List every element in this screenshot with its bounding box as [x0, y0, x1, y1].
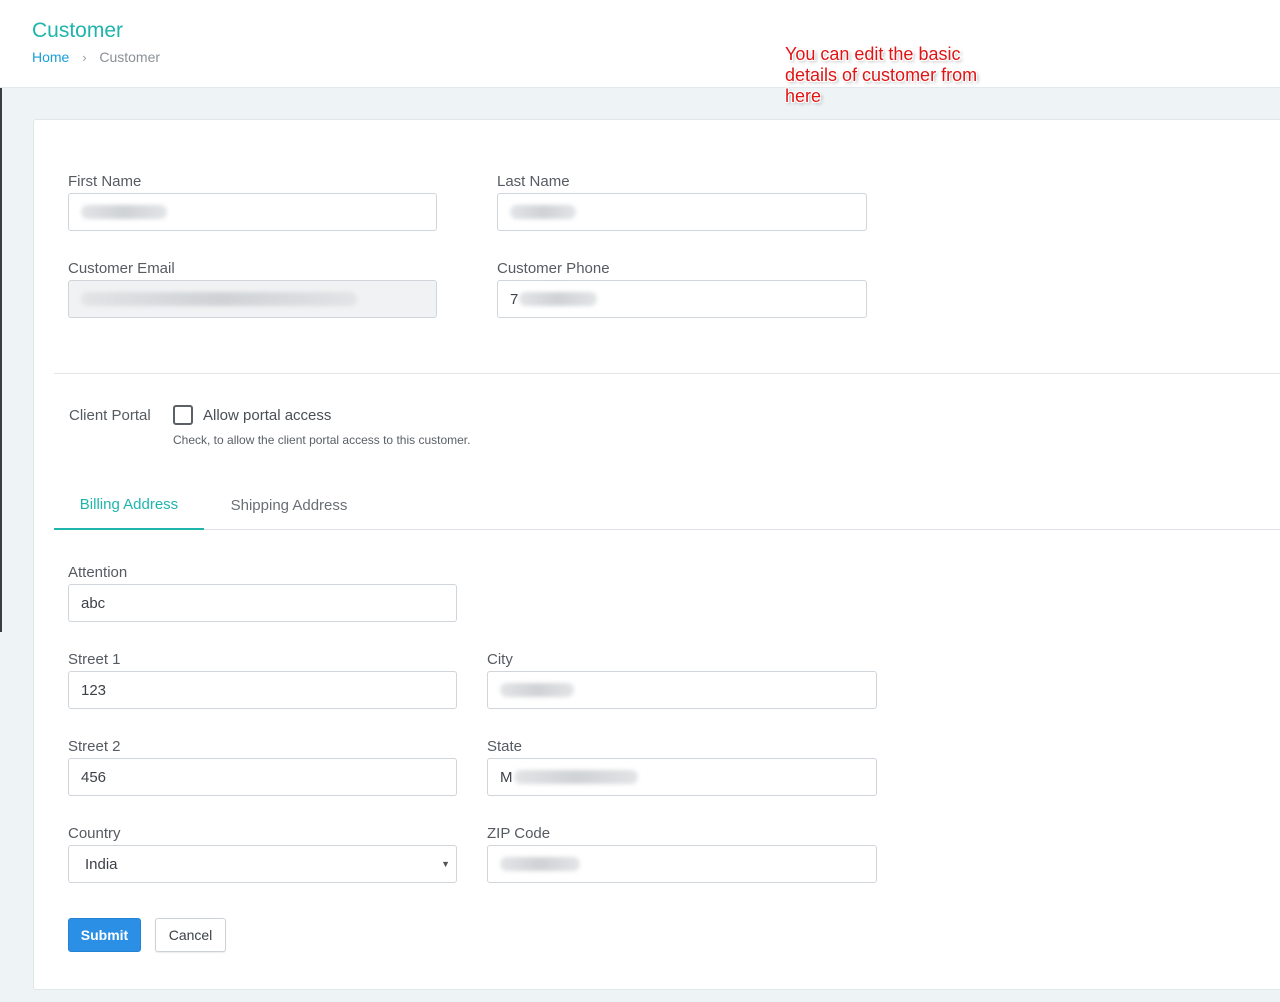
customer-email-input — [68, 280, 437, 318]
state-visible-letter: M — [500, 768, 513, 786]
redacted-value — [500, 683, 574, 697]
country-label: Country — [68, 825, 121, 842]
address-tabs: Billing Address Shipping Address — [54, 480, 1280, 530]
first-name-input[interactable] — [68, 193, 437, 231]
phone-visible-digit: 7 — [510, 290, 519, 308]
tab-billing-address[interactable]: Billing Address — [54, 480, 204, 530]
tab-shipping-address[interactable]: Shipping Address — [214, 480, 364, 530]
breadcrumb-home-link[interactable]: Home — [32, 49, 69, 65]
redacted-value — [500, 857, 580, 871]
submit-button[interactable]: Submit — [68, 918, 141, 952]
section-divider — [54, 373, 1280, 374]
state-input[interactable]: M — [487, 758, 877, 796]
redacted-value — [519, 292, 598, 306]
street2-label: Street 2 — [68, 738, 121, 755]
city-label: City — [487, 651, 513, 668]
client-portal-label: Client Portal — [69, 407, 151, 424]
page-title: Customer — [32, 19, 124, 42]
caret-down-icon: ▼ — [441, 859, 450, 869]
country-selected-value: India — [85, 855, 118, 873]
redacted-value — [513, 770, 638, 784]
attention-input[interactable]: abc — [68, 584, 457, 622]
last-name-label: Last Name — [497, 173, 570, 190]
allow-portal-access-checkbox[interactable] — [173, 405, 193, 425]
city-input[interactable] — [487, 671, 877, 709]
customer-phone-label: Customer Phone — [497, 260, 610, 277]
redacted-value — [81, 292, 357, 306]
customer-form-card: First Name Last Name Customer Email Cust… — [33, 119, 1280, 990]
zip-code-label: ZIP Code — [487, 825, 551, 842]
cancel-button[interactable]: Cancel — [155, 918, 226, 952]
customer-phone-input[interactable]: 7 — [497, 280, 867, 318]
allow-portal-access-label[interactable]: Allow portal access — [203, 407, 331, 424]
page-header: Customer Home › Customer — [0, 0, 1280, 88]
country-select[interactable]: India ▼ — [68, 845, 457, 883]
customer-email-label: Customer Email — [68, 260, 175, 277]
portal-help-text: Check, to allow the client portal access… — [173, 433, 471, 447]
first-name-label: First Name — [68, 173, 142, 190]
help-annotation: You can edit the basic details of custom… — [785, 44, 978, 106]
redacted-value — [510, 205, 576, 219]
street1-label: Street 1 — [68, 651, 121, 668]
last-name-input[interactable] — [497, 193, 867, 231]
chevron-right-icon: › — [82, 49, 87, 65]
zip-code-input[interactable] — [487, 845, 877, 883]
state-label: State — [487, 738, 523, 755]
breadcrumb-current: Customer — [99, 49, 161, 65]
redacted-value — [81, 205, 167, 219]
street2-input[interactable]: 456 — [68, 758, 457, 796]
street1-input[interactable]: 123 — [68, 671, 457, 709]
left-edge-strip — [0, 0, 2, 632]
attention-label: Attention — [68, 564, 128, 581]
breadcrumb: Home › Customer — [32, 49, 160, 65]
